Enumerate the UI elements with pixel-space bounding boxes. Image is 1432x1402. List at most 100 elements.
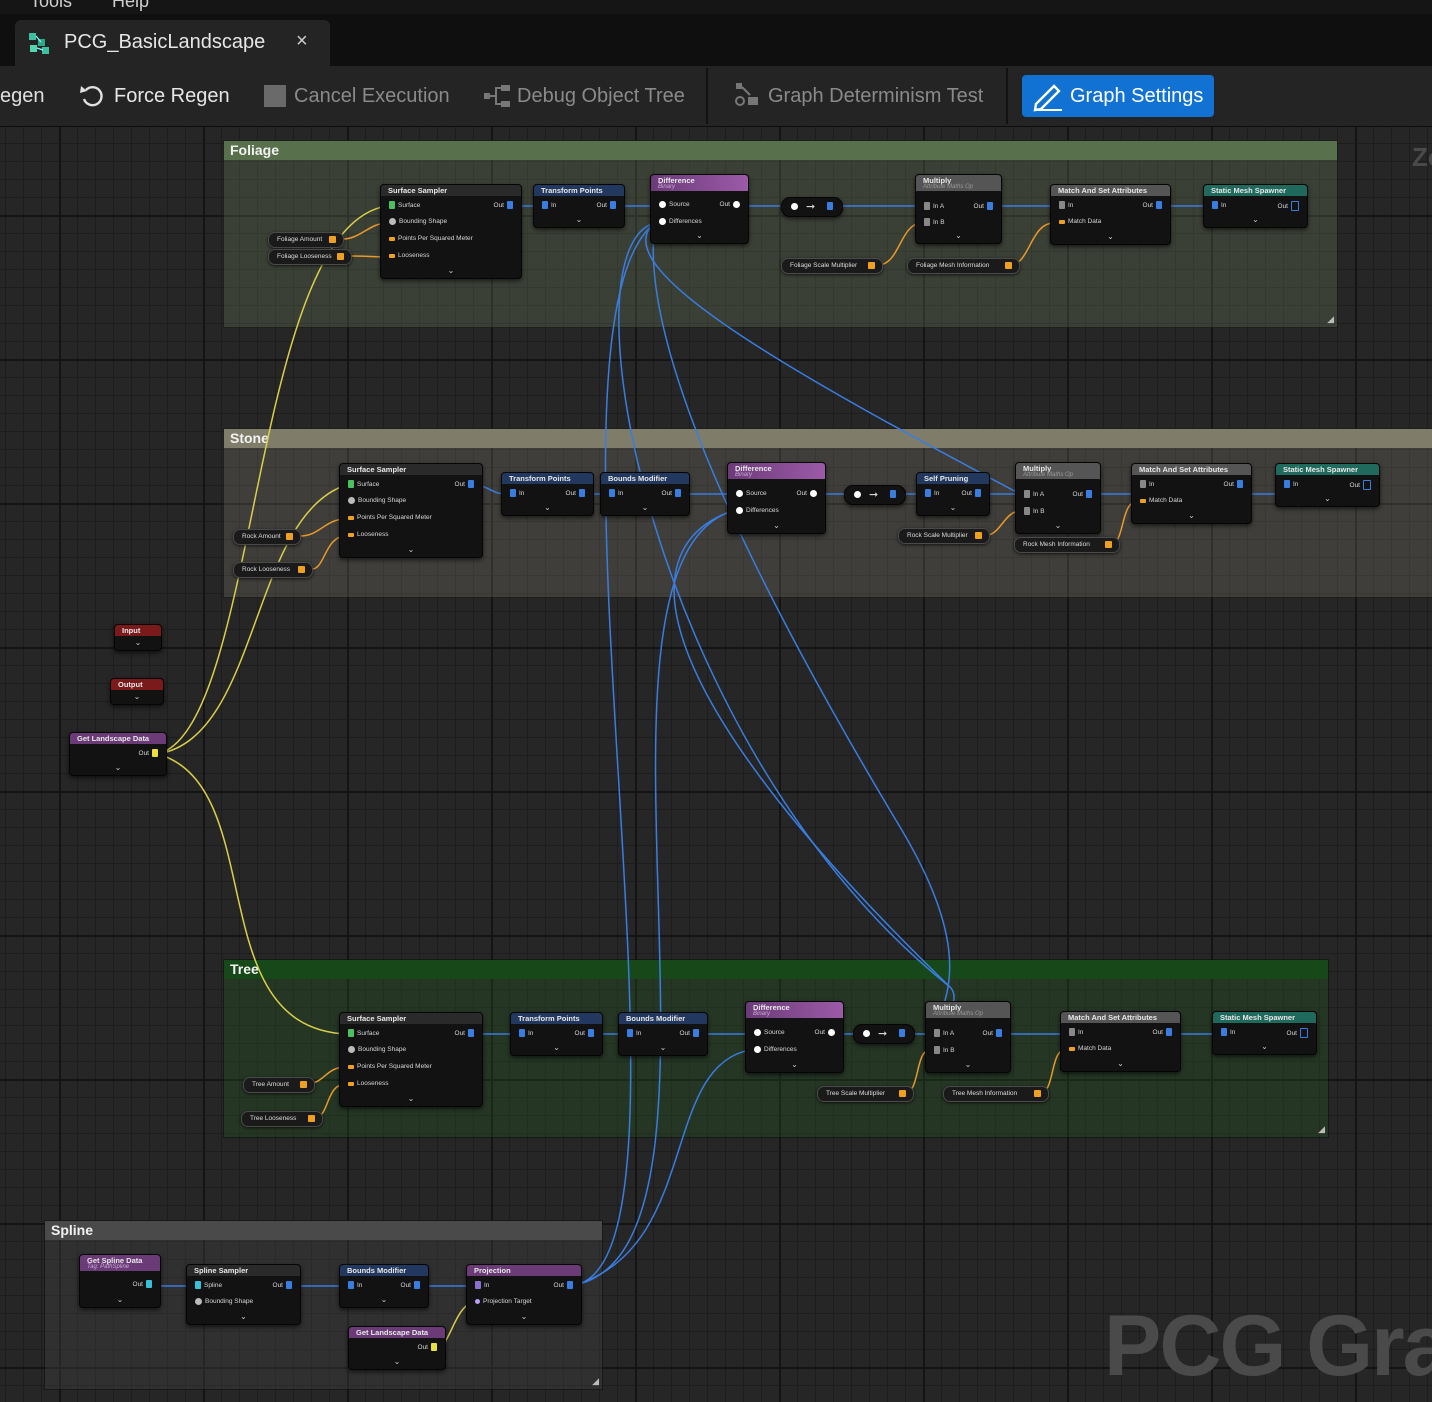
self-pruning-node[interactable]: Self Pruning In Out ⌄ [916, 472, 990, 516]
match-and-set-attributes-node[interactable]: Match And Set Attributes In Match Data O… [1060, 1011, 1181, 1072]
pin-out[interactable]: Out [133, 1280, 155, 1288]
static-mesh-spawner-node[interactable]: Static Mesh Spawner In Out ⌄ [1212, 1011, 1317, 1055]
match-and-set-attributes-node[interactable]: Match And Set Attributes In Match Data O… [1131, 463, 1252, 524]
chevron-down-icon[interactable]: ⌄ [728, 522, 825, 530]
multiply-node[interactable]: Multiply Attribute Maths Op In A In B Ou… [915, 174, 1002, 244]
spline-sampler-node[interactable]: Spline Sampler Spline Bounding Shape Out… [186, 1264, 301, 1325]
document-tab[interactable]: PCG_BasicLandscape × [15, 20, 330, 66]
pin-in[interactable]: In [1209, 201, 1226, 209]
pin-out[interactable]: Out [815, 1029, 838, 1036]
difference-node[interactable]: Difference Binary Source Differences Out… [650, 174, 749, 244]
pin-looseness[interactable]: Looseness [386, 252, 429, 259]
pin-in[interactable]: In [1281, 480, 1298, 488]
pin-out[interactable]: Out [1143, 201, 1165, 209]
chevron-down-icon[interactable]: ⌄ [746, 1061, 843, 1069]
pin-spline[interactable]: Spline [192, 1281, 222, 1289]
pin-in-a[interactable]: In A [1021, 490, 1044, 498]
pin-out[interactable]: Out [455, 1029, 477, 1037]
chevron-down-icon[interactable]: ⌄ [502, 504, 593, 512]
convert-node[interactable]: ➞ [844, 485, 906, 505]
param-rock-mesh[interactable]: Rock Mesh Information [1014, 537, 1120, 553]
difference-node[interactable]: Difference Binary Source Differences Out… [727, 462, 826, 534]
chevron-down-icon[interactable]: ⌄ [111, 693, 163, 701]
chevron-down-icon[interactable]: ⌄ [340, 1095, 482, 1103]
force-regen-button[interactable]: Force Regen [78, 76, 230, 116]
chevron-down-icon[interactable]: ⌄ [1276, 495, 1379, 503]
pin-in[interactable]: In [1218, 1028, 1235, 1036]
pin-in-b[interactable]: In B [921, 218, 945, 226]
chevron-down-icon[interactable]: ⌄ [80, 1296, 160, 1304]
chevron-down-icon[interactable]: ⌄ [916, 232, 1001, 240]
chevron-down-icon[interactable]: ⌄ [1213, 1043, 1316, 1051]
pin-bounding-shape[interactable]: Bounding Shape [192, 1298, 253, 1305]
param-foliage-scale[interactable]: Foliage Scale Multiplier [781, 258, 883, 274]
pin-in-b[interactable]: In B [931, 1046, 955, 1054]
graph-canvas[interactable]: Foliage ◢ Stone Tree ◢ Spline ◢ Surface … [0, 127, 1432, 1402]
pin-looseness[interactable]: Looseness [345, 1080, 388, 1087]
pin-out[interactable]: Out [1278, 201, 1302, 211]
pin-out[interactable]: Out [494, 201, 516, 209]
graph-determinism-test-button[interactable]: Graph Determinism Test [732, 76, 983, 116]
pin-in[interactable]: In [539, 201, 556, 209]
pin-out[interactable]: Out [680, 1029, 702, 1037]
pin-out[interactable]: Out [139, 749, 161, 757]
difference-node[interactable]: Difference Binary Source Differences Out… [745, 1001, 844, 1073]
pin-out[interactable]: Out [797, 490, 820, 497]
output-node[interactable]: Output ⌄ [110, 678, 164, 705]
pin-in[interactable]: In [606, 489, 623, 497]
match-and-set-attributes-node[interactable]: Match And Set Attributes In Match Data O… [1050, 184, 1171, 245]
transform-points-node[interactable]: Transform Points In Out ⌄ [501, 472, 594, 516]
pin-surface[interactable]: Surface [386, 201, 420, 209]
graph-settings-button[interactable]: Graph Settings [1022, 75, 1214, 117]
chevron-down-icon[interactable]: ⌄ [381, 267, 521, 275]
cancel-execution-button[interactable]: Cancel Execution [264, 76, 450, 116]
chevron-down-icon[interactable]: ⌄ [1016, 522, 1100, 530]
pin-out[interactable]: Out [418, 1343, 440, 1351]
chevron-down-icon[interactable]: ⌄ [534, 216, 624, 224]
pin-points-per-sq-meter[interactable]: Points Per Squared Meter [386, 235, 473, 242]
pin-out[interactable]: Out [720, 201, 743, 208]
get-landscape-data-node[interactable]: Get Landscape Data Out ⌄ [348, 1326, 446, 1370]
pin-differences[interactable]: Differences [656, 218, 702, 225]
pin-in[interactable]: In [472, 1281, 489, 1289]
surface-sampler-node[interactable]: Surface Sampler Surface Bounding Shape P… [339, 463, 483, 558]
pin-out[interactable]: Out [962, 489, 984, 497]
transform-points-node[interactable]: Transform Points In Out ⌄ [510, 1012, 603, 1056]
param-tree-scale[interactable]: Tree Scale Multiplier [817, 1086, 914, 1102]
chevron-down-icon[interactable]: ⌄ [340, 1296, 428, 1304]
pin-in-b[interactable]: In B [1021, 507, 1045, 515]
get-landscape-data-node[interactable]: Get Landscape Data Out ⌄ [69, 732, 167, 776]
regen-button[interactable]: egen [0, 76, 45, 116]
static-mesh-spawner-node[interactable]: Static Mesh Spawner In Out ⌄ [1275, 463, 1380, 507]
multiply-node[interactable]: Multiply Attribute Maths Op In A In B Ou… [1015, 462, 1101, 534]
pin-out[interactable]: Out [566, 489, 588, 497]
param-rock-looseness[interactable]: Rock Looseness [233, 562, 313, 578]
pin-out[interactable]: Out [983, 1029, 1005, 1037]
pin-bounding-shape[interactable]: Bounding Shape [345, 497, 406, 504]
param-tree-amount[interactable]: Tree Amount [243, 1077, 315, 1093]
surface-sampler-node[interactable]: Surface Sampler Surface Bounding Shape P… [380, 184, 522, 279]
pin-in[interactable]: In [345, 1281, 362, 1289]
param-foliage-looseness[interactable]: Foliage Looseness [268, 249, 352, 265]
pin-in-a[interactable]: In A [921, 202, 944, 210]
close-tab-icon[interactable]: × [296, 30, 308, 53]
menu-tools[interactable]: Tools [30, 0, 72, 12]
chevron-down-icon[interactable]: ⌄ [1051, 233, 1170, 241]
chevron-down-icon[interactable]: ⌄ [1132, 512, 1251, 520]
chevron-down-icon[interactable]: ⌄ [70, 764, 166, 772]
pin-bounding-shape[interactable]: Bounding Shape [345, 1046, 406, 1053]
bounds-modifier-node[interactable]: Bounds Modifier In Out ⌄ [618, 1012, 708, 1056]
pin-out[interactable]: Out [662, 489, 684, 497]
chevron-down-icon[interactable]: ⌄ [1061, 1060, 1180, 1068]
pin-surface[interactable]: Surface [345, 1029, 379, 1037]
chevron-down-icon[interactable]: ⌄ [1204, 216, 1307, 224]
pin-out[interactable]: Out [597, 201, 619, 209]
pin-out[interactable]: Out [575, 1029, 597, 1037]
pin-match-data[interactable]: Match Data [1137, 497, 1182, 504]
pin-in[interactable]: In [516, 1029, 533, 1037]
pin-in[interactable]: In [624, 1029, 641, 1037]
static-mesh-spawner-node[interactable]: Static Mesh Spawner In Out ⌄ [1203, 184, 1308, 228]
param-tree-mesh[interactable]: Tree Mesh Information [943, 1086, 1049, 1102]
pin-out[interactable]: Out [401, 1281, 423, 1289]
pin-match-data[interactable]: Match Data [1066, 1045, 1111, 1052]
